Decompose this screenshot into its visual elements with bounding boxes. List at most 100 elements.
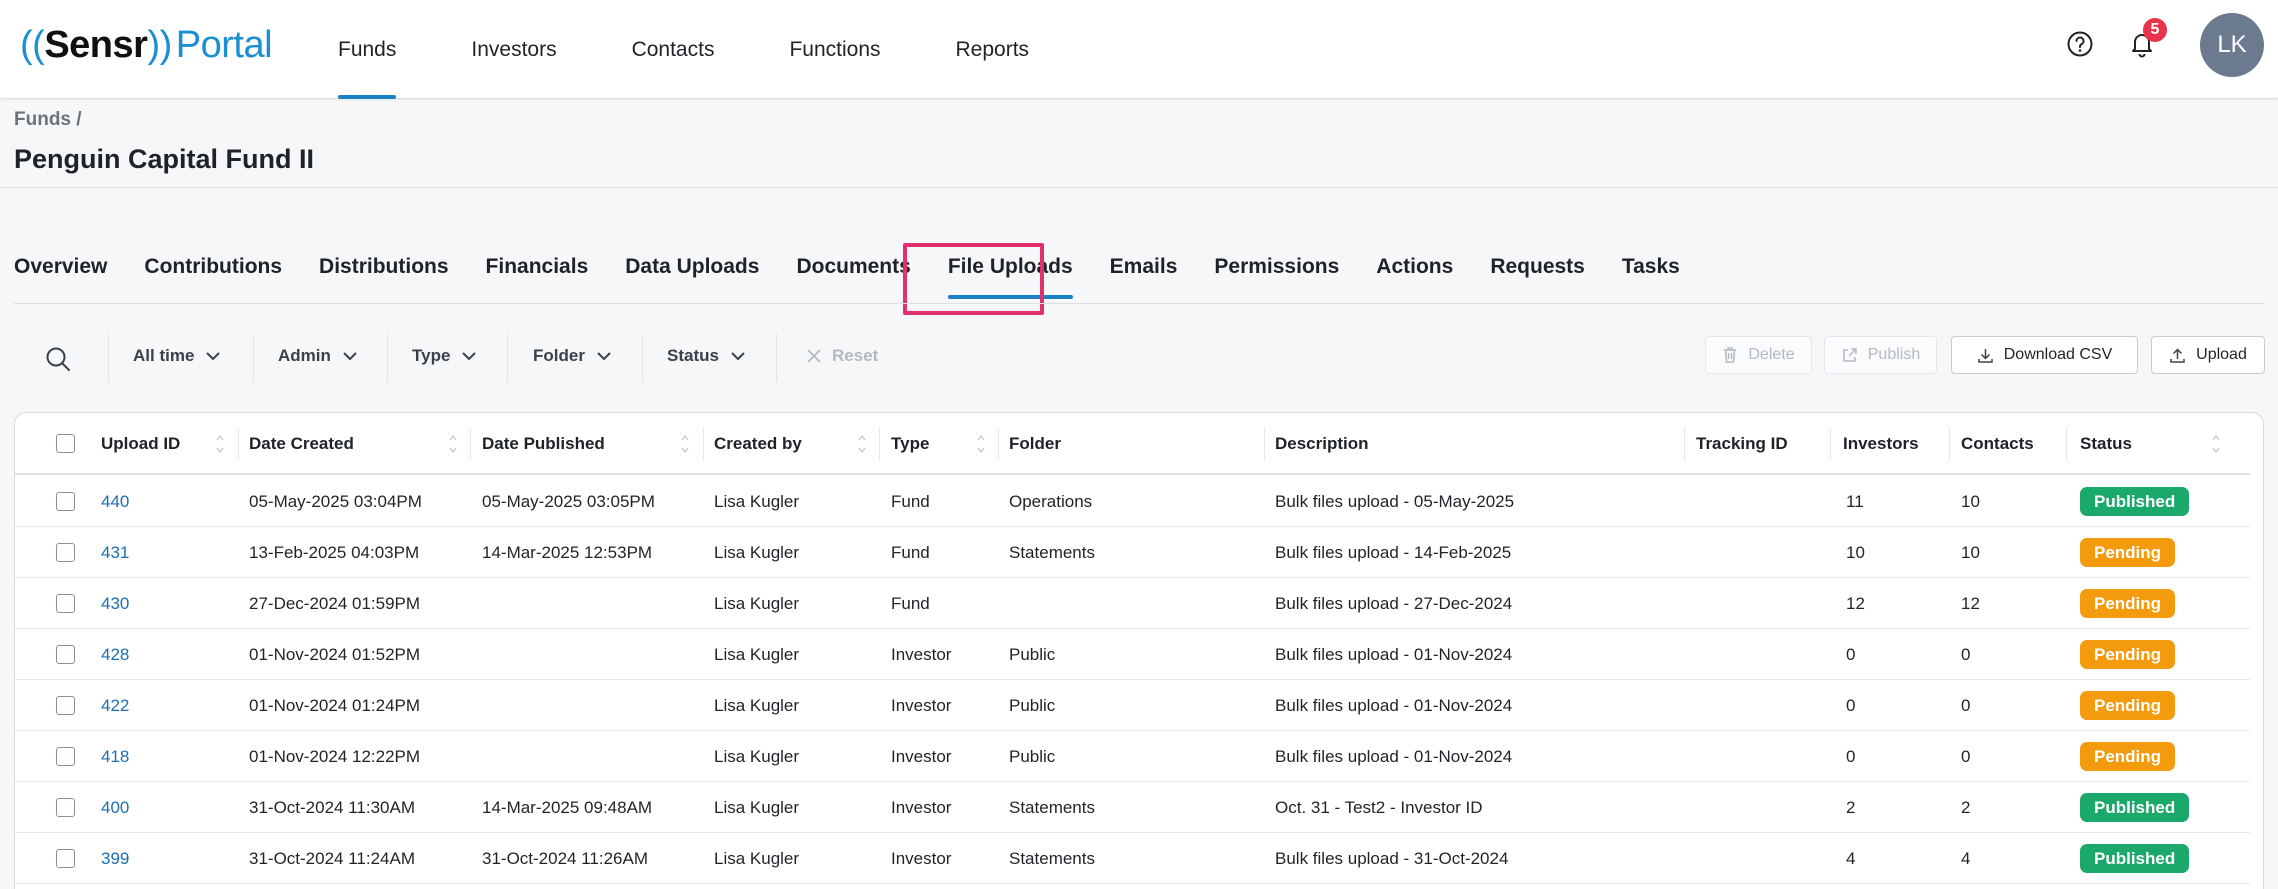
- cell-status: Published: [2080, 476, 2190, 527]
- col-created-by[interactable]: Created by: [714, 413, 802, 475]
- nav-contacts[interactable]: Contacts: [632, 0, 715, 99]
- cell-upload-id[interactable]: 440: [101, 476, 129, 527]
- cell-date-published: 14-Mar-2025 09:48AM: [482, 797, 653, 817]
- select-all-checkbox[interactable]: [56, 434, 75, 453]
- tab-overview[interactable]: Overview: [14, 247, 107, 287]
- column-separator: [703, 427, 704, 461]
- col-date-created[interactable]: Date Created: [249, 413, 354, 475]
- table-row[interactable]: 399 31-Oct-2024 11:24AM 31-Oct-2024 11:26A…: [15, 833, 2250, 884]
- cell-status: Pending: [2080, 731, 2176, 782]
- row-checkbox[interactable]: [56, 543, 75, 562]
- col-contacts[interactable]: Contacts: [1961, 413, 2034, 475]
- delete-button[interactable]: Delete: [1705, 336, 1812, 374]
- col-folder[interactable]: Folder: [1009, 413, 1061, 475]
- cell-folder: Public: [1009, 644, 1056, 664]
- filter-folder-dropdown[interactable]: Folder: [533, 346, 611, 366]
- tab-documents[interactable]: Documents: [796, 247, 910, 287]
- sort-icon[interactable]: [857, 431, 867, 457]
- col-type[interactable]: Type: [891, 413, 929, 475]
- sensr-portal-logo[interactable]: ((Sensr)) Portal: [20, 20, 273, 70]
- publish-button[interactable]: Publish: [1824, 336, 1937, 374]
- reset-filters-button[interactable]: Reset: [806, 346, 878, 366]
- cell-upload-id[interactable]: 430: [101, 578, 129, 629]
- col-investors[interactable]: Investors: [1843, 413, 1919, 475]
- cell-status: Published: [2080, 782, 2190, 833]
- row-checkbox[interactable]: [56, 594, 75, 613]
- nav-functions[interactable]: Functions: [789, 0, 880, 99]
- cell-created-by: Lisa Kugler: [714, 695, 800, 715]
- table-row[interactable]: 430 27-Dec-2024 01:59PM Lisa Kugler Fund Bul…: [15, 578, 2250, 629]
- filter-time-dropdown[interactable]: All time: [133, 346, 221, 366]
- tab-file-uploads[interactable]: File Uploads: [947, 247, 1073, 299]
- table-row[interactable]: 440 05-May-2025 03:04PM 05-May-2025 03:05P…: [15, 476, 2250, 527]
- tab-distributions[interactable]: Distributions: [319, 247, 449, 287]
- cell-contacts: 4: [1961, 848, 1971, 868]
- row-checkbox[interactable]: [56, 849, 75, 868]
- filter-type-dropdown[interactable]: Type: [412, 346, 477, 366]
- row-checkbox[interactable]: [56, 747, 75, 766]
- tab-emails[interactable]: Emails: [1110, 247, 1178, 287]
- tab-data-uploads[interactable]: Data Uploads: [625, 247, 759, 287]
- sort-icon[interactable]: [680, 431, 690, 457]
- tab-permissions[interactable]: Permissions: [1214, 247, 1339, 287]
- col-description[interactable]: Description: [1275, 413, 1369, 475]
- cell-upload-id[interactable]: 418: [101, 731, 129, 782]
- publish-label: Publish: [1867, 346, 1921, 363]
- upload-label: Upload: [2196, 346, 2247, 363]
- filter-admin-dropdown[interactable]: Admin: [278, 346, 357, 366]
- col-upload-id[interactable]: Upload ID: [101, 413, 180, 475]
- status-badge: Published: [2080, 487, 2190, 516]
- cell-upload-id[interactable]: 399: [101, 833, 129, 884]
- table-header: Upload ID Date Created Date Published Cr…: [15, 413, 2250, 475]
- cell-type: Investor: [891, 797, 952, 817]
- filter-separator: [642, 334, 643, 382]
- cell-upload-id[interactable]: 400: [101, 782, 129, 833]
- cell-description: Bulk files upload - 27-Dec-2024: [1275, 593, 1513, 613]
- row-checkbox[interactable]: [56, 696, 75, 715]
- nav-reports[interactable]: Reports: [956, 0, 1030, 99]
- tabs-divider: [14, 303, 2264, 304]
- tab-tasks[interactable]: Tasks: [1622, 247, 1680, 287]
- cell-upload-id[interactable]: 422: [101, 680, 129, 731]
- logo-wave-left: ((: [20, 23, 45, 66]
- column-separator: [998, 427, 999, 461]
- cell-date-created: 05-May-2025 03:04PM: [249, 491, 422, 511]
- table-row[interactable]: 400 31-Oct-2024 11:30AM 14-Mar-2025 09:48A…: [15, 782, 2250, 833]
- sort-icon[interactable]: [215, 431, 225, 457]
- search-icon[interactable]: [44, 345, 72, 373]
- table-row[interactable]: 431 13-Feb-2025 04:03PM 14-Mar-2025 12:53P…: [15, 527, 2250, 578]
- table-row[interactable]: 428 01-Nov-2024 01:52PM Lisa Kugler Investo…: [15, 629, 2250, 680]
- col-status[interactable]: Status: [2080, 413, 2132, 475]
- col-tracking-id[interactable]: Tracking ID: [1696, 413, 1788, 475]
- breadcrumb[interactable]: Funds /: [14, 109, 82, 131]
- tab-requests[interactable]: Requests: [1490, 247, 1585, 287]
- row-checkbox[interactable]: [56, 645, 75, 664]
- row-checkbox[interactable]: [56, 798, 75, 817]
- cell-upload-id[interactable]: 431: [101, 527, 129, 578]
- tab-actions[interactable]: Actions: [1376, 247, 1453, 287]
- filter-type-label: Type: [412, 346, 451, 365]
- user-avatar[interactable]: LK: [2200, 13, 2264, 77]
- cell-upload-id[interactable]: 428: [101, 629, 129, 680]
- cell-date-created: 01-Nov-2024 12:22PM: [249, 746, 421, 766]
- table-row[interactable]: 422 01-Nov-2024 01:24PM Lisa Kugler Investo…: [15, 680, 2250, 731]
- cell-contacts: 0: [1961, 746, 1971, 766]
- cell-type: Fund: [891, 593, 930, 613]
- help-circle-icon[interactable]: [2066, 30, 2094, 58]
- sort-icon[interactable]: [448, 431, 458, 457]
- row-checkbox[interactable]: [56, 492, 75, 511]
- cell-date-created: 01-Nov-2024 01:52PM: [249, 644, 421, 664]
- sort-icon[interactable]: [2211, 431, 2221, 457]
- col-date-published[interactable]: Date Published: [482, 413, 605, 475]
- tab-contributions[interactable]: Contributions: [144, 247, 282, 287]
- upload-button[interactable]: Upload: [2151, 336, 2265, 374]
- filter-separator: [253, 334, 254, 382]
- nav-investors[interactable]: Investors: [471, 0, 556, 99]
- sort-icon[interactable]: [976, 431, 986, 457]
- cell-description: Bulk files upload - 01-Nov-2024: [1275, 746, 1513, 766]
- filter-status-dropdown[interactable]: Status: [667, 346, 745, 366]
- download-csv-button[interactable]: Download CSV: [1951, 336, 2138, 374]
- nav-funds[interactable]: Funds: [338, 0, 397, 99]
- tab-financials[interactable]: Financials: [486, 247, 589, 287]
- table-row[interactable]: 418 01-Nov-2024 12:22PM Lisa Kugler Investo…: [15, 731, 2250, 782]
